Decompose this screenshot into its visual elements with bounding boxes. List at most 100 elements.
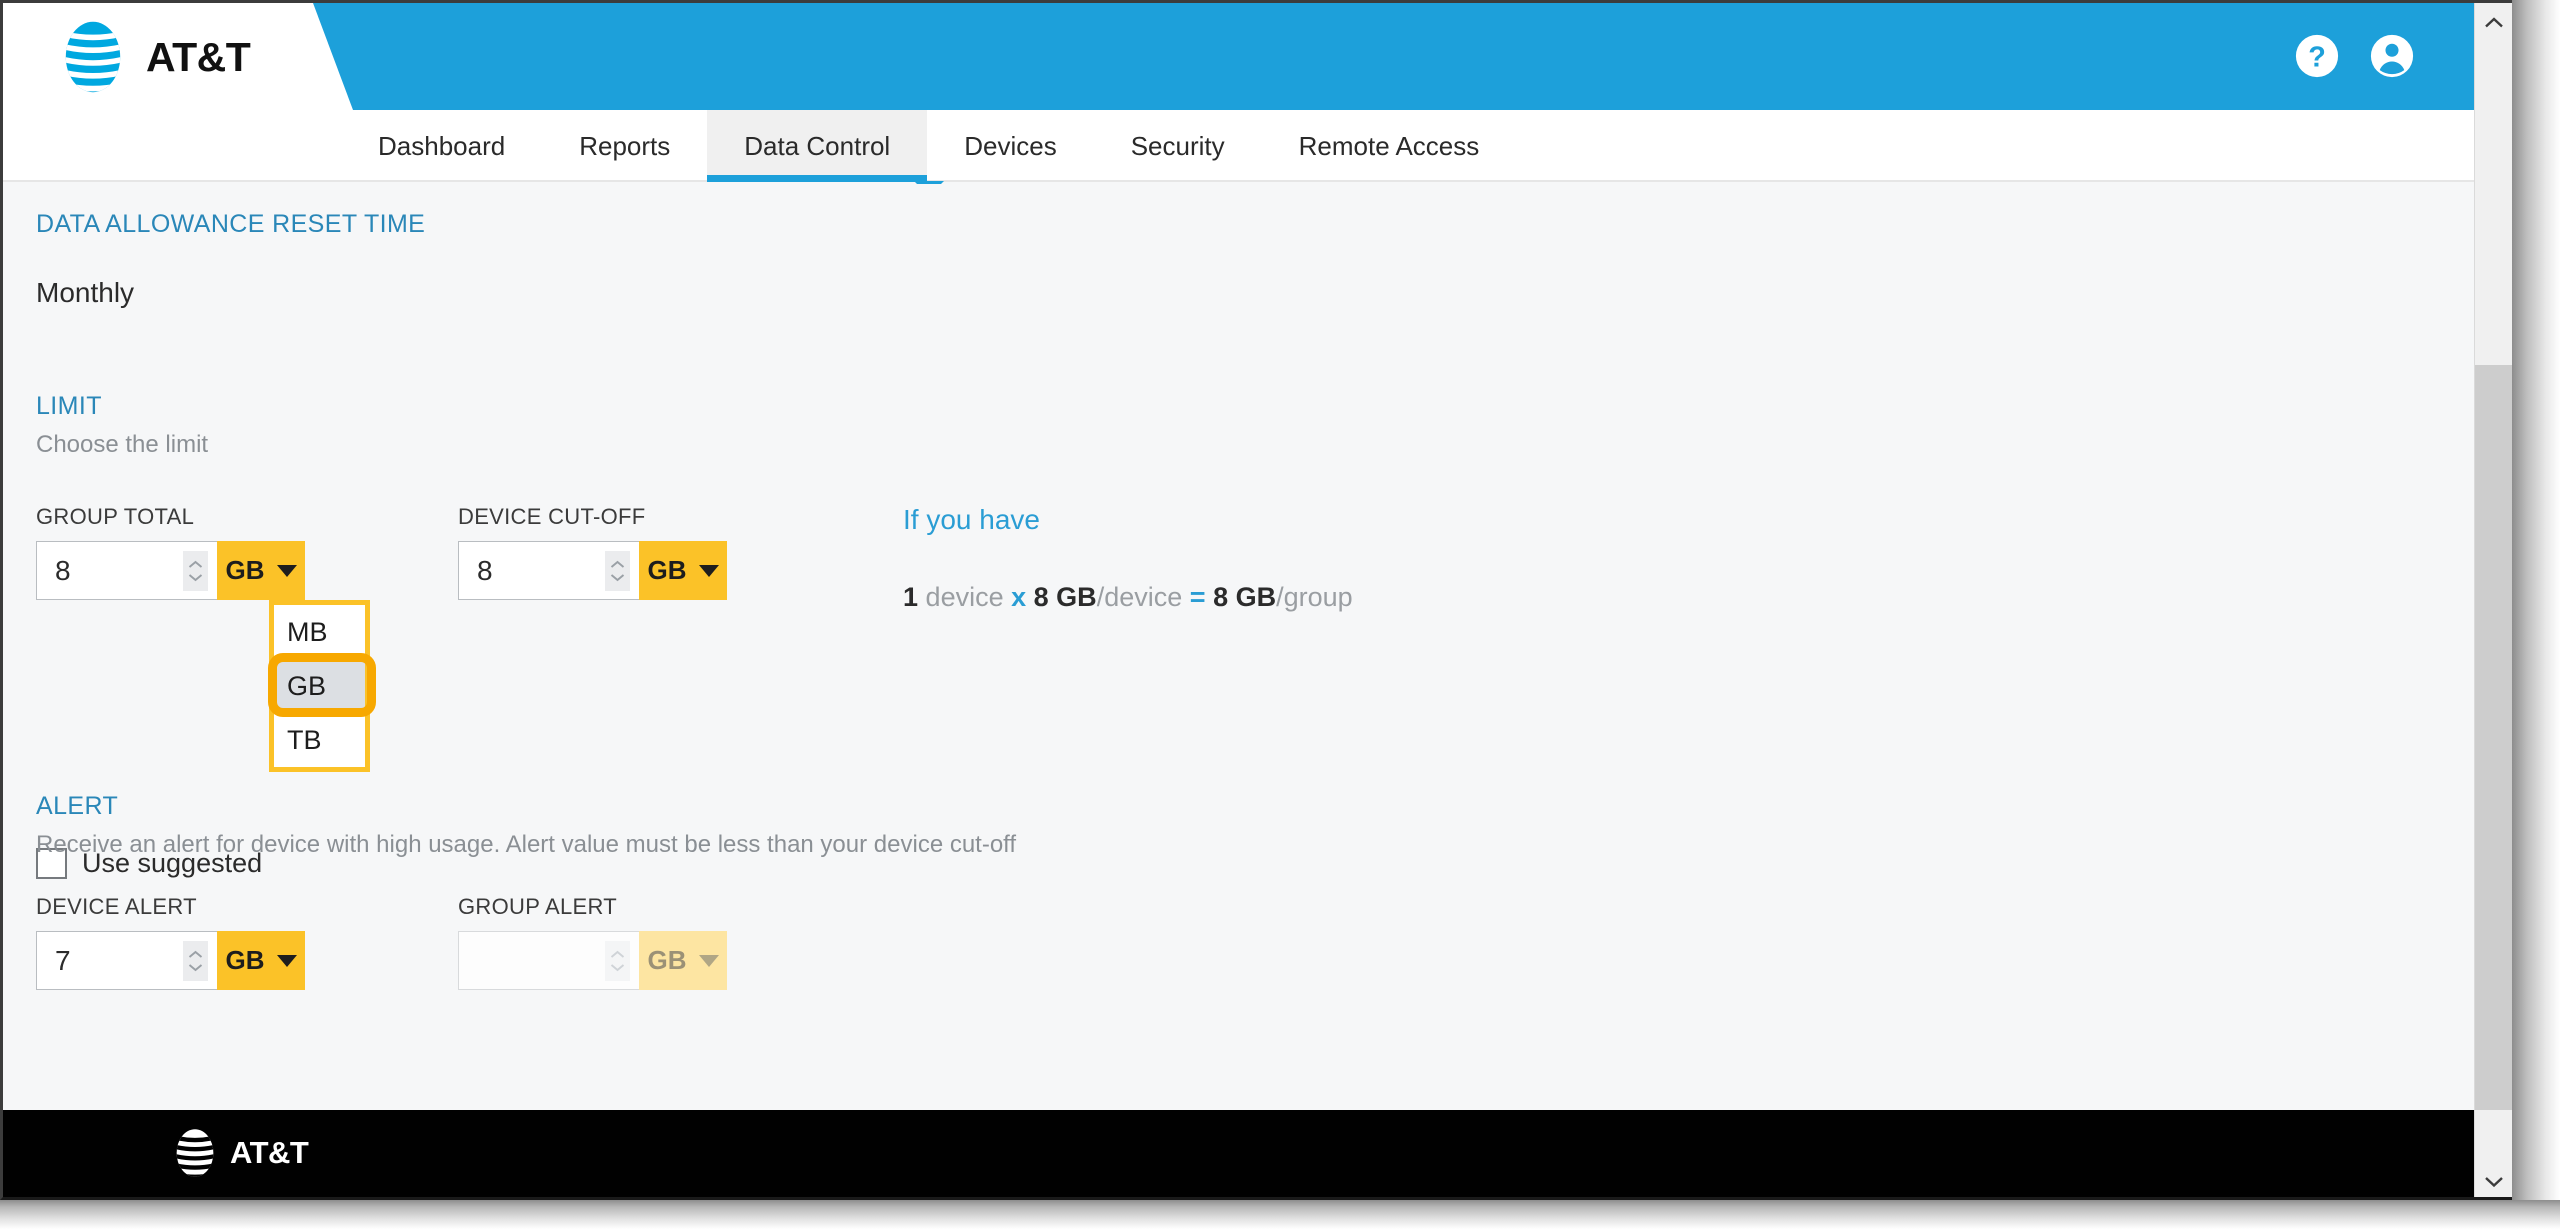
app-header: AT&T ? xyxy=(3,3,2503,110)
if-you-have-calculation: 1 device x 8 GB/device = 8 GB/group xyxy=(903,582,1353,613)
tab-label: Data Control xyxy=(744,130,891,161)
chevron-down-icon xyxy=(188,573,203,581)
calc-device-word: device xyxy=(925,582,1004,612)
tab-dashboard[interactable]: Dashboard xyxy=(341,110,542,182)
reset-time-heading: DATA ALLOWANCE RESET TIME xyxy=(36,210,426,238)
att-logo[interactable]: AT&T xyxy=(53,17,251,97)
scrollbar-thumb[interactable] xyxy=(2475,365,2512,1110)
calc-total-value: 8 GB xyxy=(1213,582,1277,612)
chevron-down-icon xyxy=(188,963,203,971)
device-alert-unit-value: GB xyxy=(225,945,265,975)
group-total-stepper[interactable] xyxy=(183,550,208,591)
att-globe-icon xyxy=(65,21,121,93)
chevron-down-icon xyxy=(698,564,719,577)
tab-label: Dashboard xyxy=(378,130,506,161)
svg-text:?: ? xyxy=(2308,42,2326,74)
tab-data-control[interactable]: Data Control xyxy=(707,110,928,182)
device-alert-value: 7 xyxy=(55,944,71,976)
account-icon[interactable] xyxy=(2369,33,2415,79)
calc-times-operator: x xyxy=(1011,582,1027,612)
if-you-have-panel: If you have 1 device x 8 GB/device = 8 G… xyxy=(903,504,1353,613)
device-alert-label: DEVICE ALERT xyxy=(36,894,197,919)
calc-device-count: 1 xyxy=(903,582,919,612)
tab-label: Remote Access xyxy=(1298,130,1480,161)
chevron-down-icon xyxy=(610,963,625,971)
browser-window: AT&T ? Dashboard Reports Data Control De… xyxy=(0,0,2512,1200)
group-total-label: GROUP TOTAL xyxy=(36,504,195,529)
group-total-value: 8 xyxy=(55,554,71,586)
chevron-up-icon xyxy=(610,950,625,958)
device-cutoff-input[interactable]: 8 xyxy=(458,541,639,600)
unit-option-mb[interactable]: MB xyxy=(274,605,365,659)
header-icon-group: ? xyxy=(2294,33,2415,79)
chevron-down-icon xyxy=(276,954,297,967)
reset-time-value: Monthly xyxy=(36,277,135,308)
limit-fields-row: GROUP TOTAL 8 GB DEVICE CUT-OFF 8 GB xyxy=(36,504,727,600)
tab-reports[interactable]: Reports xyxy=(542,110,707,182)
device-alert-unit-select[interactable]: GB xyxy=(217,931,305,990)
device-cutoff-value: 8 xyxy=(477,554,493,586)
calc-per-device-suffix: /device xyxy=(1096,582,1183,612)
group-alert-unit-value: GB xyxy=(647,945,687,975)
unit-option-tb[interactable]: TB xyxy=(274,713,365,767)
vertical-scrollbar[interactable] xyxy=(2474,3,2512,1197)
chevron-down-icon xyxy=(610,573,625,581)
tab-remote-access[interactable]: Remote Access xyxy=(1262,110,1517,182)
scroll-up-button[interactable] xyxy=(2475,3,2512,41)
tab-security[interactable]: Security xyxy=(1094,110,1262,182)
chevron-up-icon xyxy=(188,560,203,568)
device-cutoff-field: DEVICE CUT-OFF 8 GB xyxy=(458,504,727,600)
group-total-unit-select[interactable]: GB xyxy=(217,541,305,600)
group-alert-label: GROUP ALERT xyxy=(458,894,617,919)
chevron-up-icon xyxy=(188,950,203,958)
group-alert-input[interactable] xyxy=(458,931,639,990)
group-alert-unit-select: GB xyxy=(639,931,727,990)
window-bottom-shadow xyxy=(0,1200,2560,1229)
chevron-down-icon xyxy=(276,564,297,577)
calc-per-device-value: 8 GB xyxy=(1033,582,1097,612)
alert-subtitle: Receive an alert for device with high us… xyxy=(36,831,1017,858)
unit-option-label: GB xyxy=(287,670,327,701)
window-right-shadow xyxy=(2512,0,2560,1200)
tab-label: Devices xyxy=(964,130,1057,161)
chevron-down-icon xyxy=(2485,1176,2503,1187)
help-icon[interactable]: ? xyxy=(2294,33,2340,79)
device-cutoff-unit-value: GB xyxy=(647,555,687,585)
group-alert-stepper xyxy=(605,940,630,981)
unit-option-gb[interactable]: GB xyxy=(274,659,365,713)
tab-devices[interactable]: Devices xyxy=(927,110,1093,182)
device-cutoff-label: DEVICE CUT-OFF xyxy=(458,504,646,529)
tab-label: Reports xyxy=(579,130,671,161)
scroll-down-button[interactable] xyxy=(2475,1162,2512,1197)
att-globe-icon xyxy=(176,1129,214,1177)
footer-att-logo[interactable]: AT&T xyxy=(168,1126,309,1180)
chevron-down-icon xyxy=(698,954,719,967)
calc-equals-operator: = xyxy=(1189,582,1206,612)
group-alert-field: GROUP ALERT GB xyxy=(458,894,727,990)
alert-fields-row: DEVICE ALERT 7 GB GROUP ALERT GB xyxy=(36,894,727,990)
device-cutoff-unit-select[interactable]: GB xyxy=(639,541,727,600)
chevron-up-icon xyxy=(610,560,625,568)
group-total-field: GROUP TOTAL 8 GB xyxy=(36,504,305,600)
limit-subtitle: Choose the limit xyxy=(36,431,209,458)
chevron-up-icon xyxy=(2485,16,2503,27)
device-cutoff-stepper[interactable] xyxy=(605,550,630,591)
device-alert-stepper[interactable] xyxy=(183,940,208,981)
device-alert-field: DEVICE ALERT 7 GB xyxy=(36,894,305,990)
main-navigation: Dashboard Reports Data Control Devices S… xyxy=(3,110,2503,182)
if-you-have-heading: If you have xyxy=(903,504,1040,535)
group-total-unit-value: GB xyxy=(225,555,265,585)
limit-heading: LIMIT xyxy=(36,392,102,420)
alert-heading: ALERT xyxy=(36,792,119,820)
tab-label: Security xyxy=(1130,130,1225,161)
data-control-form: DATA ALLOWANCE RESET TIME Monthly LIMIT … xyxy=(3,184,2503,1110)
calc-total-suffix: /group xyxy=(1276,582,1353,612)
device-alert-input[interactable]: 7 xyxy=(36,931,217,990)
footer-logo-text: AT&T xyxy=(230,1135,309,1170)
unit-dropdown-menu[interactable]: MB GB TB xyxy=(269,600,370,772)
app-footer: AT&T xyxy=(3,1110,2503,1197)
group-total-input[interactable]: 8 xyxy=(36,541,217,600)
unit-option-label: MB xyxy=(287,616,328,647)
att-logo-text: AT&T xyxy=(146,33,251,80)
unit-option-label: TB xyxy=(287,724,322,755)
